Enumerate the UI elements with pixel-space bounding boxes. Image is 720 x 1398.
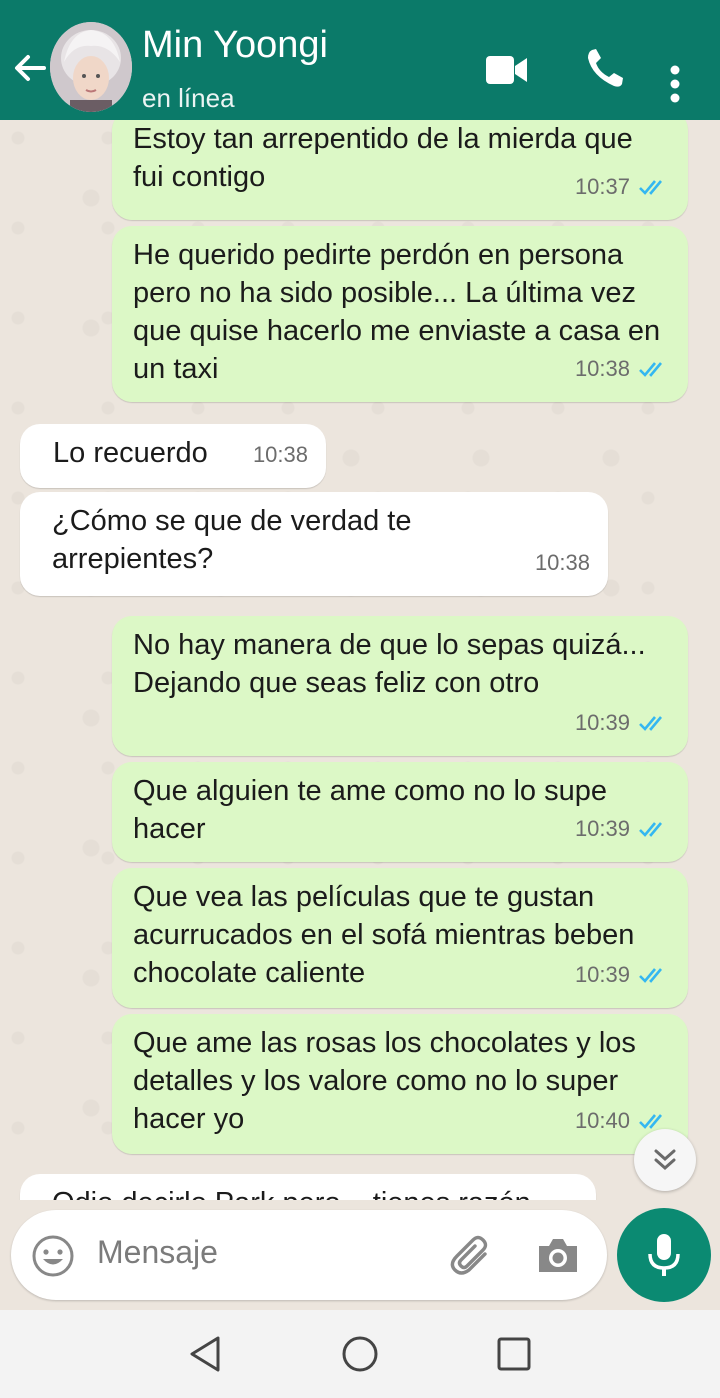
nav-home-icon[interactable] [340, 1332, 380, 1381]
message-time: 10:39 [574, 962, 630, 987]
double-check-icon [639, 180, 662, 195]
message-outgoing[interactable]: No hay manera de que lo sepas quizá... D… [112, 616, 688, 756]
message-text: ¿Cómo se que de verdad te arrepientes? [52, 505, 412, 575]
message-outgoing[interactable]: Que alguien te ame como no lo supe hacer… [112, 762, 688, 862]
message-meta: 10:39 [575, 810, 670, 848]
nav-recents-icon[interactable] [494, 1332, 534, 1381]
message-outgoing[interactable]: Estoy tan arrepentido de la mierda que f… [112, 120, 688, 220]
message-outgoing[interactable]: He querido pedirte perdón en persona per… [112, 226, 688, 402]
message-text: Odio decirlo Park pero... tienes razón [52, 1184, 576, 1200]
message-time: 10:39 [574, 710, 630, 735]
system-navigation-bar [0, 1310, 720, 1398]
nav-back-icon[interactable] [186, 1332, 226, 1381]
contact-status: en línea [142, 83, 235, 113]
phone-icon[interactable] [584, 46, 626, 95]
emoji-icon[interactable] [31, 1234, 75, 1283]
mic-icon [648, 1234, 680, 1276]
message-time: 10:38 [534, 550, 590, 575]
message-meta: 10:38 [575, 350, 670, 388]
message-incoming[interactable]: Lo recuerdo 10:38 [20, 424, 326, 488]
double-check-icon [639, 1114, 662, 1129]
double-check-icon [639, 968, 662, 983]
scroll-down-button[interactable] [634, 1129, 696, 1191]
message-incoming[interactable]: Odio decirlo Park pero... tienes razón [20, 1174, 596, 1200]
message-meta: 10:37 [575, 168, 670, 206]
message-time: 10:38 [252, 442, 308, 467]
message-time: 10:40 [574, 1108, 630, 1133]
contact-name[interactable]: Min Yoongi [142, 22, 328, 68]
message-meta: 10:38 [535, 544, 590, 582]
chevron-double-down-icon [654, 1149, 676, 1171]
double-check-icon [639, 716, 662, 731]
message-time: 10:39 [574, 816, 630, 841]
double-check-icon [639, 822, 662, 837]
message-incoming[interactable]: ¿Cómo se que de verdad te arrepientes? 1… [20, 492, 608, 596]
video-call-icon[interactable] [484, 52, 530, 93]
message-input-bar[interactable]: Mensaje [11, 1210, 607, 1300]
more-options-icon[interactable] [668, 64, 682, 109]
message-time: 10:37 [574, 174, 630, 199]
attach-icon[interactable] [447, 1232, 495, 1285]
message-meta: 10:38 [253, 436, 308, 474]
message-meta: 10:39 [575, 956, 670, 994]
camera-icon[interactable] [535, 1234, 581, 1281]
mic-button[interactable] [617, 1208, 711, 1302]
message-input[interactable]: Mensaje [97, 1234, 218, 1271]
chat-area[interactable]: Estoy tan arrepentido de la mierda que f… [0, 120, 720, 1200]
message-text: No hay manera de que lo sepas quizá... D… [133, 629, 646, 699]
message-time: 10:38 [574, 356, 630, 381]
chat-header: Min Yoongi en línea [0, 0, 720, 120]
message-outgoing[interactable]: Que ame las rosas los chocolates y los d… [112, 1014, 688, 1154]
message-meta: 10:39 [575, 704, 670, 742]
avatar[interactable] [50, 22, 132, 112]
double-check-icon [639, 362, 662, 377]
back-arrow-icon[interactable] [10, 48, 50, 88]
message-outgoing[interactable]: Que vea las películas que te gustan acur… [112, 868, 688, 1008]
